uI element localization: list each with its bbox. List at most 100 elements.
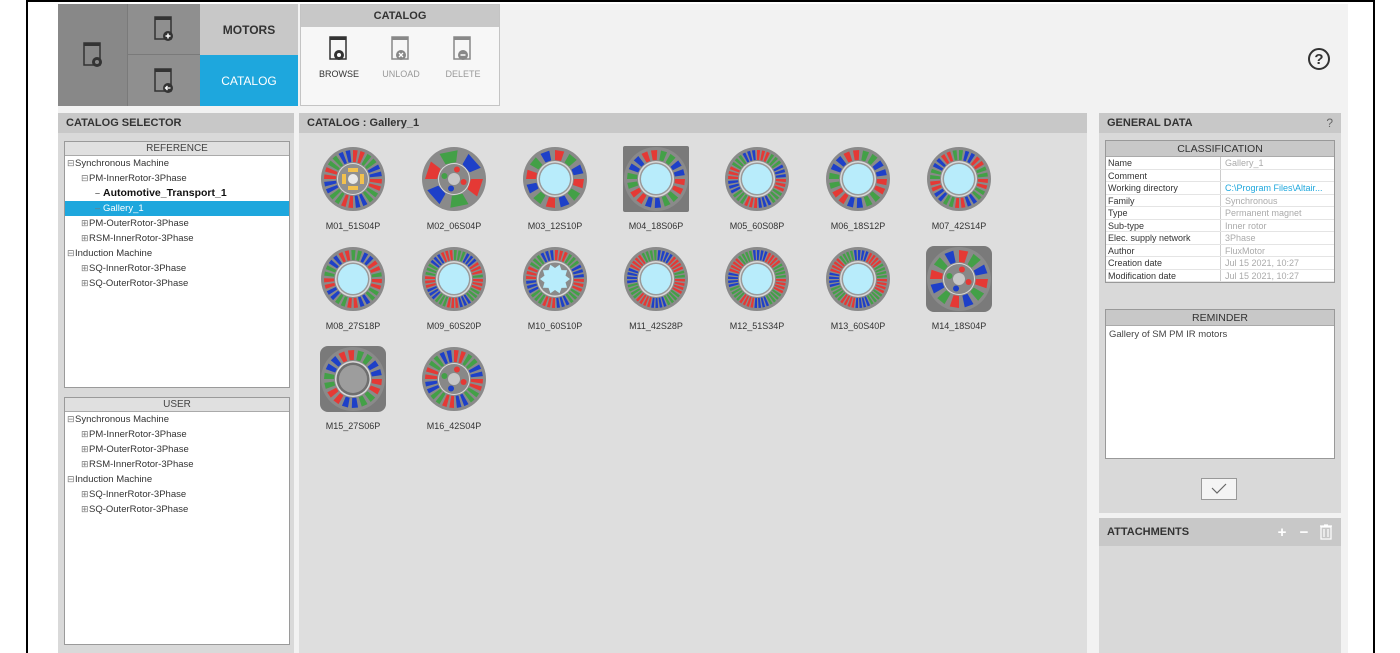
- motor-cross-section-icon: [523, 147, 587, 211]
- tree-node[interactable]: ⊟Induction Machine: [65, 472, 289, 487]
- tree-node-label: RSM-InnerRotor-3Phase: [89, 233, 194, 244]
- classification-table: CLASSIFICATION Name Gallery_1 Comment Worki…: [1105, 140, 1335, 283]
- reference-tree-title: REFERENCE: [65, 142, 289, 156]
- motor-thumbnail[interactable]: M06_18S12P: [818, 145, 898, 245]
- delete-button[interactable]: DELETE: [433, 35, 493, 95]
- motor-thumbnail[interactable]: M01_51S04P: [313, 145, 393, 245]
- expand-icon[interactable]: ⊞: [81, 261, 89, 276]
- classification-rows: Name Gallery_1 Comment Working directory C:\…: [1106, 157, 1334, 282]
- motor-thumbnail[interactable]: M16_42S04P: [414, 345, 494, 445]
- attachments-header: ATTACHMENTS + −: [1099, 518, 1341, 546]
- classification-row: Creation date Jul 15 2021, 10:27: [1106, 257, 1334, 270]
- motor-label: M15_27S06P: [325, 421, 381, 431]
- classification-row: Author FluxMotor: [1106, 244, 1334, 257]
- motor-cross-section-icon: [725, 147, 789, 211]
- tree-node[interactable]: ⊟Synchronous Machine: [65, 412, 289, 427]
- reminder-text[interactable]: Gallery of SM PM IR motors: [1106, 326, 1334, 343]
- unload-icon: [391, 36, 409, 60]
- add-document-button[interactable]: [128, 4, 200, 55]
- expand-icon[interactable]: ⊞: [81, 487, 89, 502]
- unload-button[interactable]: UNLOAD: [371, 35, 431, 95]
- motor-thumbnail[interactable]: M15_27S06P: [313, 345, 393, 445]
- motor-thumbnail[interactable]: M03_12S10P: [515, 145, 595, 245]
- tree-node[interactable]: – Automotive_Transport_1: [65, 186, 289, 201]
- trash-icon[interactable]: [1317, 522, 1335, 542]
- import-document-button[interactable]: [128, 55, 200, 106]
- classification-title: CLASSIFICATION: [1106, 141, 1334, 157]
- attachments-tools: + −: [1273, 522, 1335, 542]
- tree-node[interactable]: ⊞RSM-InnerRotor-3Phase: [65, 231, 289, 246]
- tree-node[interactable]: ⊟Induction Machine: [65, 246, 289, 261]
- motor-thumbnail[interactable]: M08_27S18P: [313, 245, 393, 345]
- classification-key: Type: [1106, 207, 1221, 219]
- catalog-selector-header: CATALOG SELECTOR: [58, 113, 294, 133]
- collapse-icon[interactable]: ⊟: [81, 171, 89, 186]
- classification-key: Modification date: [1106, 269, 1221, 281]
- classification-key: Elec. supply network: [1106, 232, 1221, 244]
- expand-icon[interactable]: ⊞: [81, 231, 89, 246]
- classification-key: Working directory: [1106, 182, 1221, 194]
- tree-node[interactable]: ⊞PM-InnerRotor-3Phase: [65, 427, 289, 442]
- tree-node[interactable]: ⊞SQ-OuterRotor-3Phase: [65, 276, 289, 291]
- tree-node[interactable]: ⊟Synchronous Machine: [65, 156, 289, 171]
- tree-node[interactable]: ⊞RSM-InnerRotor-3Phase: [65, 457, 289, 472]
- browse-button[interactable]: BROWSE: [309, 35, 369, 95]
- tree-node[interactable]: ⊞SQ-InnerRotor-3Phase: [65, 487, 289, 502]
- motor-cross-section-icon: [422, 347, 486, 411]
- motor-thumbnail[interactable]: M09_60S20P: [414, 245, 494, 345]
- motor-thumbnail[interactable]: M13_60S40P: [818, 245, 898, 345]
- tree-node-label: PM-OuterRotor-3Phase: [89, 444, 189, 455]
- motor-label: M10_60S10P: [527, 321, 583, 331]
- document-add-icon: [154, 16, 173, 41]
- tree-node[interactable]: ⊞SQ-OuterRotor-3Phase: [65, 502, 289, 517]
- classification-value: Synchronous: [1225, 195, 1278, 206]
- classification-value: 3Phase: [1225, 233, 1256, 243]
- classification-key: Sub-type: [1106, 219, 1221, 231]
- tree-node[interactable]: ⊟PM-InnerRotor-3Phase: [65, 171, 289, 186]
- new-document-button[interactable]: [58, 4, 128, 106]
- reference-tree-nodes: ⊟Synchronous Machine ⊟PM-InnerRotor-3Phas…: [65, 156, 289, 291]
- expand-icon[interactable]: ⊞: [81, 276, 89, 291]
- browse-label: BROWSE: [318, 69, 359, 79]
- motor-thumbnail[interactable]: M10_60S10P: [515, 245, 595, 345]
- user-tree-title: USER: [65, 398, 289, 412]
- motor-thumbnail[interactable]: M07_42S14P: [919, 145, 999, 245]
- motor-thumbnail[interactable]: M05_60S08P: [717, 145, 797, 245]
- expand-icon[interactable]: ⊞: [81, 427, 89, 442]
- motor-cross-section-icon: [926, 246, 992, 312]
- tree-node[interactable]: ⊞PM-OuterRotor-3Phase: [65, 216, 289, 231]
- tab-catalog[interactable]: CATALOG: [200, 55, 298, 106]
- motor-cross-section-icon: [422, 147, 486, 211]
- collapse-icon[interactable]: ⊟: [67, 412, 75, 427]
- add-attachment-icon[interactable]: +: [1273, 522, 1291, 542]
- expand-icon[interactable]: ⊞: [81, 502, 89, 517]
- expand-icon[interactable]: ⊞: [81, 457, 89, 472]
- tree-node-label: SQ-OuterRotor-3Phase: [89, 278, 189, 289]
- validate-button[interactable]: [1201, 478, 1237, 500]
- tree-node[interactable]: ⊞PM-OuterRotor-3Phase: [65, 442, 289, 457]
- motor-label: M13_60S40P: [830, 321, 886, 331]
- motor-thumbnail[interactable]: M11_42S28P: [616, 245, 696, 345]
- motor-thumbnail[interactable]: M04_18S06P: [616, 145, 696, 245]
- collapse-icon[interactable]: ⊟: [67, 156, 75, 171]
- document-gear-icon: [82, 42, 102, 67]
- tree-node-label: SQ-InnerRotor-3Phase: [89, 263, 187, 274]
- motor-thumbnail[interactable]: M14_18S04P: [919, 245, 999, 345]
- motor-thumbnail[interactable]: M02_06S04P: [414, 145, 494, 245]
- remove-attachment-icon[interactable]: −: [1295, 522, 1313, 542]
- collapse-icon[interactable]: ⊟: [67, 246, 75, 261]
- tree-node-label: Synchronous Machine: [75, 414, 169, 425]
- help-icon[interactable]: ?: [1308, 48, 1330, 70]
- classification-key: Author: [1106, 244, 1221, 256]
- classification-value[interactable]: C:\Program Files\Altair...: [1221, 182, 1334, 194]
- tree-node[interactable]: – Gallery_1: [65, 201, 289, 216]
- collapse-icon[interactable]: ⊟: [67, 472, 75, 487]
- classification-value: Gallery_1: [1225, 158, 1264, 168]
- expand-icon[interactable]: ⊞: [81, 442, 89, 457]
- expand-icon[interactable]: ⊞: [81, 216, 89, 231]
- motor-thumbnail[interactable]: M12_51S34P: [717, 245, 797, 345]
- general-data-help-icon[interactable]: ?: [1326, 116, 1333, 130]
- tree-node[interactable]: ⊞SQ-InnerRotor-3Phase: [65, 261, 289, 276]
- motor-label: M02_06S04P: [426, 221, 482, 231]
- tab-motors[interactable]: MOTORS: [200, 4, 298, 55]
